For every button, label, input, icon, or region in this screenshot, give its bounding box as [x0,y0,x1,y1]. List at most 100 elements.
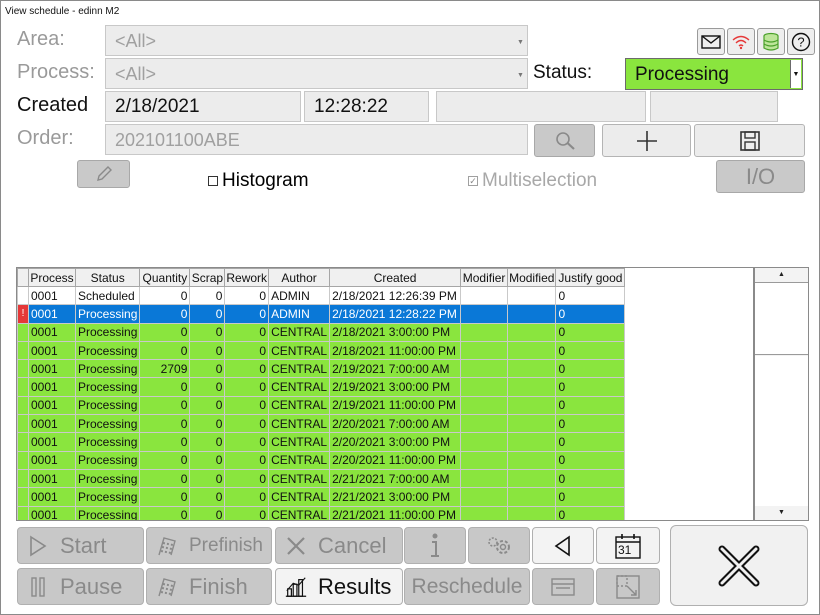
calendar-button[interactable]: 31 [596,527,660,564]
histogram-label: Histogram [222,170,309,191]
cell-status: Processing [74,340,141,361]
column-header[interactable]: Modifier [460,268,509,287]
scroll-up-icon[interactable]: ▲ [755,268,808,282]
cell-quantity: 0 [139,395,191,416]
table-row[interactable]: 0001 Processing 0 0 0 CENTRAL 2/21/2021 11:00:… [17,505,626,520]
column-header[interactable]: Created [329,268,462,287]
cell-quantity: 2709 [139,359,191,379]
column-header[interactable]: Scrap [189,268,226,287]
process-dropdown[interactable]: <All> ▼ [105,58,528,89]
cell-modified [507,377,557,397]
histogram-checkbox[interactable]: Histogram [208,170,309,192]
table-row[interactable]: 0001 Processing 2709 0 0 CENTRAL 2/19/2021 7:0… [17,359,626,379]
order-field[interactable]: 202101100ABE [105,124,528,155]
cell-process: 0001 [28,505,76,520]
created-time-field[interactable]: 12:28:22 [304,91,429,122]
cell-created: 2/20/2021 11:00:00 PM [329,450,462,470]
cell-created: 2/20/2021 3:00:00 PM [329,432,462,452]
cell-modified [507,285,557,306]
cell-scrap: 0 [189,395,226,416]
add-button[interactable] [602,124,691,157]
start-label: Start [60,532,107,558]
settings-button[interactable] [468,527,530,564]
vertical-scrollbar[interactable]: ▲ ▼ [754,267,809,521]
help-icon: ? [791,32,811,51]
empty-field-1[interactable] [436,91,646,122]
cell-created: 2/21/2021 3:00:00 PM [329,487,462,507]
view-schedule-window: View schedule - edinn M2 Area: <All> ▼ P… [0,0,820,615]
cell-justify: 0 [555,450,626,470]
cell-justify: 0 [555,377,626,397]
info-button[interactable] [404,527,466,564]
table-row[interactable]: 0001 Processing 0 0 0 CENTRAL 2/20/2021 7:00:0… [17,414,626,434]
search-button[interactable] [534,124,595,157]
cell-justify: 0 [555,414,626,434]
column-header[interactable]: Justify good [555,268,626,287]
area-dropdown[interactable]: <All> ▼ [105,25,528,56]
edit-button[interactable] [77,160,130,188]
status-dropdown[interactable]: Processing ▼ [625,58,803,90]
process-label: Process: [17,61,95,83]
table-row[interactable]: 0001 Processing 0 0 0 CENTRAL 2/21/2021 3:00:0… [17,487,626,507]
cell-quantity: 0 [139,285,191,306]
multiselection-checkbox[interactable]: ✓ Multiselection [468,170,597,192]
cancel-button[interactable]: Cancel [275,527,403,564]
help-button[interactable]: ? [787,28,815,55]
search-icon [555,131,575,150]
table-row[interactable]: 0001 Processing 0 0 0 CENTRAL 2/20/2021 11:00:… [17,450,626,470]
created-label: Created [17,94,89,116]
column-header[interactable]: Author [268,268,331,287]
pause-button[interactable]: Pause [17,568,144,605]
cell-status: Processing [74,450,141,470]
table-row[interactable]: 0001 Processing 0 0 0 CENTRAL 2/20/2021 3:00:0… [17,432,626,452]
table-row[interactable]: ! 0001 Processing 0 0 0 ADMIN 2/18/2021 12:28:2… [17,304,626,324]
bar-chart-icon [284,575,308,599]
table-row[interactable]: 0001 Processing 0 0 0 CENTRAL 2/18/2021 11:00:… [17,340,626,361]
close-button[interactable] [670,525,808,606]
reschedule-button[interactable]: Reschedule [404,568,530,605]
cell-author: CENTRAL [268,322,331,342]
column-header[interactable]: Status [74,268,141,287]
scroll-down-icon[interactable]: ▼ [755,506,808,520]
wifi-button[interactable] [727,28,755,55]
table-row[interactable]: 0001 Processing 0 0 0 CENTRAL 2/21/2021 7:00:0… [17,468,626,489]
empty-field-2[interactable] [650,91,778,122]
column-header[interactable]: Quantity [139,268,191,287]
cell-created: 2/18/2021 11:00:00 PM [329,340,462,361]
column-header[interactable]: Modified [507,268,557,287]
prefinish-button[interactable]: Prefinish [146,527,272,564]
start-button[interactable]: Start [17,527,144,564]
created-date-field[interactable]: 2/18/2021 [105,91,301,122]
io-button[interactable]: I/O [716,160,805,193]
table-row[interactable]: 0001 Processing 0 0 0 CENTRAL 2/19/2021 11:00:… [17,395,626,416]
resize-button[interactable] [596,568,660,605]
cell-author: CENTRAL [268,505,331,520]
svg-text:?: ? [797,34,804,49]
database-button[interactable] [757,28,785,55]
scrollbar-track[interactable] [755,356,808,506]
table-row[interactable]: 0001 Scheduled 0 0 0 ADMIN 2/18/2021 12:26:39 … [17,285,626,306]
back-button[interactable] [532,527,594,564]
cell-status: Processing [74,414,141,434]
cell-modifier [460,322,509,342]
results-button[interactable]: Results [275,568,403,605]
cell-quantity: 0 [139,322,191,342]
row-indicator [17,414,29,434]
cell-rework: 0 [224,285,270,306]
window-title: View schedule - edinn M2 [5,6,120,17]
cell-rework: 0 [224,432,270,452]
cell-process: 0001 [28,395,76,416]
table-row[interactable]: 0001 Processing 0 0 0 CENTRAL 2/19/2021 3:00:0… [17,377,626,397]
scrollbar-thumb[interactable] [755,282,808,355]
window-button[interactable] [532,568,594,605]
column-header[interactable]: Process [28,268,76,287]
finish-button[interactable]: Finish [146,568,272,605]
cell-created: 2/19/2021 7:00:00 AM [329,359,462,379]
table-row[interactable]: 0001 Processing 0 0 0 CENTRAL 2/18/2021 3:00:0… [17,322,626,342]
cell-modified [507,505,557,520]
save-button[interactable] [694,124,805,157]
cell-quantity: 0 [139,505,191,520]
mail-button[interactable] [697,28,725,55]
cell-status: Processing [74,395,141,416]
column-header[interactable]: Rework [224,268,270,287]
